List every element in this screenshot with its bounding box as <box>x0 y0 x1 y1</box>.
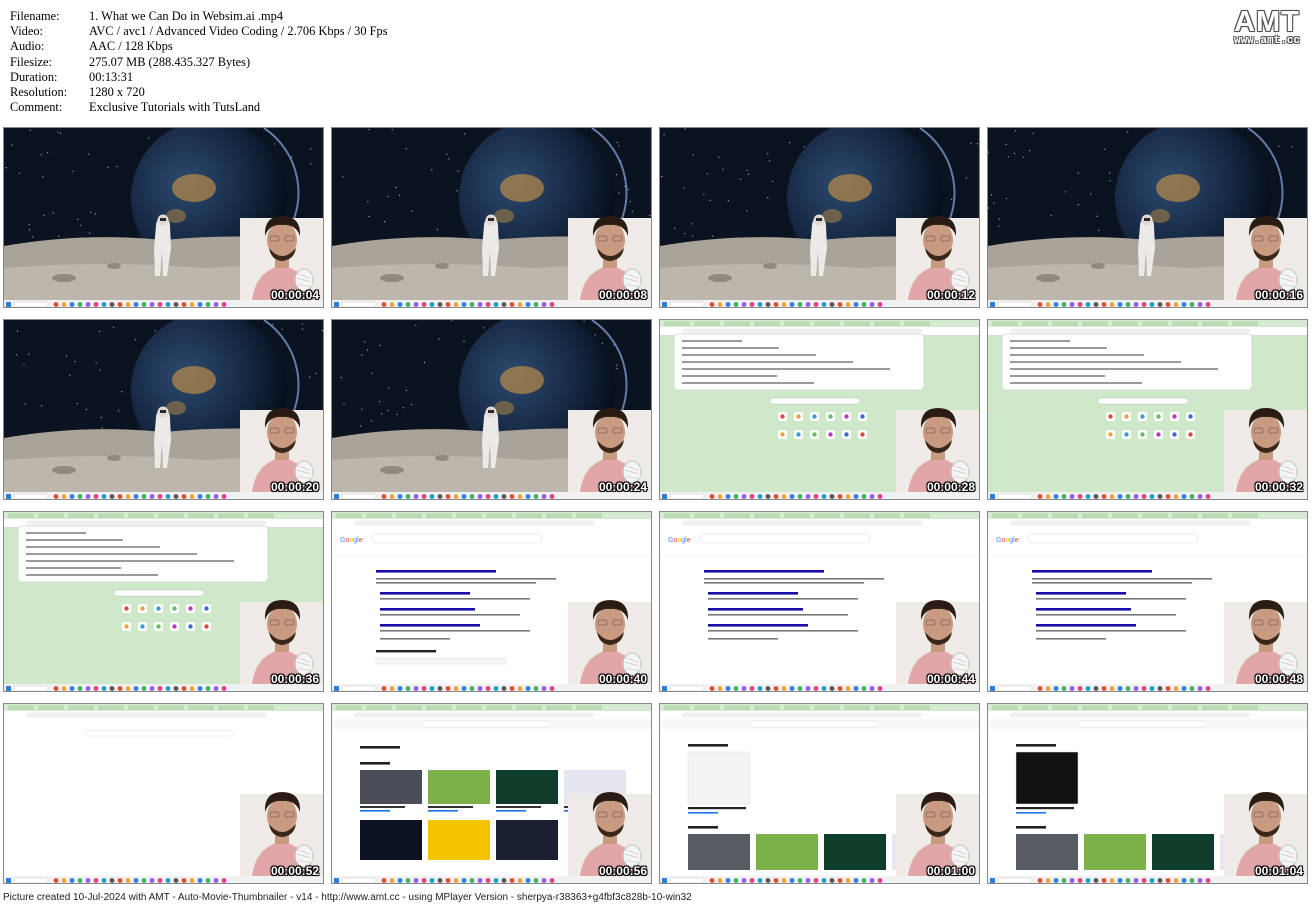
info-value: 275.07 MB (288.435.327 Bytes) <box>89 54 251 69</box>
info-value: 1280 x 720 <box>89 85 145 100</box>
frame-image <box>988 320 1307 499</box>
frame-image: Google <box>332 512 651 691</box>
frame-image <box>4 320 323 499</box>
info-value: 00:13:31 <box>89 69 134 84</box>
footer-text: Picture created 10-Jul-2024 with AMT - A… <box>3 892 692 903</box>
timestamp: 00:01:04 <box>1254 864 1303 878</box>
video-thumbnail: 00:00:36 <box>3 511 324 692</box>
timestamp: 00:00:04 <box>270 288 319 302</box>
timestamp: 00:00:32 <box>1254 480 1303 494</box>
timestamp: 00:00:24 <box>598 480 647 494</box>
info-value: AAC / 128 Kbps <box>89 39 173 54</box>
frame-image: Google <box>988 512 1307 691</box>
frame-image <box>660 704 979 883</box>
timestamp: 00:00:52 <box>270 864 319 878</box>
info-row: Filename: 1. What we Can Do in Websim.ai … <box>10 9 388 24</box>
info-key: Filename: <box>10 9 60 23</box>
video-thumbnail: 00:00:16 <box>987 127 1308 308</box>
amt-logo: AMT www.amt.cc <box>1234 6 1300 47</box>
timestamp: 00:00:48 <box>1254 672 1303 686</box>
video-thumbnail: Google 00:00:44 <box>659 511 980 692</box>
timestamp: 00:00:16 <box>1254 288 1303 302</box>
video-thumbnail: 00:01:04 <box>987 703 1308 884</box>
video-thumbnail: 00:00:08 <box>331 127 652 308</box>
video-thumbnail: 00:00:28 <box>659 319 980 500</box>
info-row: Comment: Exclusive Tutorials with TutsLan… <box>10 100 388 115</box>
timestamp: 00:00:20 <box>270 480 319 494</box>
timestamp: 00:00:44 <box>926 672 975 686</box>
frame-image <box>988 128 1307 307</box>
file-info: Filename: 1. What we Can Do in Websim.ai … <box>10 9 388 115</box>
video-thumbnail: 00:00:04 <box>3 127 324 308</box>
info-key: Duration: <box>10 69 58 84</box>
frame-image <box>988 704 1307 883</box>
info-key: Video: <box>10 24 43 39</box>
svg-text:Google: Google <box>340 537 363 544</box>
frame-image <box>332 128 651 307</box>
video-thumbnail: 00:00:56 <box>331 703 652 884</box>
info-key: Resolution: <box>10 85 68 100</box>
svg-text:Google: Google <box>668 537 691 544</box>
timestamp: 00:00:28 <box>926 480 975 494</box>
info-value: Exclusive Tutorials with TutsLand <box>89 100 261 115</box>
info-row: Video: AVC / avc1 / Advanced Video Coding… <box>10 24 388 39</box>
video-thumbnail: 00:00:24 <box>331 319 652 500</box>
frame-image <box>660 128 979 307</box>
info-value: AVC / avc1 / Advanced Video Coding / 2.7… <box>89 24 388 39</box>
logo-url: www.amt.cc <box>1233 35 1300 47</box>
frame-image <box>4 512 323 691</box>
frame-image <box>4 704 323 883</box>
timestamp: 00:00:36 <box>270 672 319 686</box>
frame-image <box>660 320 979 499</box>
svg-text:Google: Google <box>996 537 1019 544</box>
video-thumbnail: Google 00:00:40 <box>331 511 652 692</box>
timestamp: 00:00:40 <box>598 672 647 686</box>
info-key: Audio: <box>10 39 45 54</box>
info-key: Filesize: <box>10 54 52 69</box>
frame-image <box>332 704 651 883</box>
info-row: Audio: AAC / 128 Kbps <box>10 39 388 54</box>
video-thumbnail: 00:00:32 <box>987 319 1308 500</box>
info-row: Filesize: 275.07 MB (288.435.327 Bytes) <box>10 55 388 70</box>
timestamp: 00:01:00 <box>926 864 975 878</box>
info-key: Comment: <box>10 100 63 115</box>
timestamp: 00:00:56 <box>598 864 647 878</box>
frame-image: Google <box>660 512 979 691</box>
timestamp: 00:00:08 <box>598 288 647 302</box>
info-value: 1. What we Can Do in Websim.ai .mp4 <box>89 9 284 23</box>
info-row: Resolution: 1280 x 720 <box>10 85 388 100</box>
video-thumbnail: 00:00:52 <box>3 703 324 884</box>
frame-image <box>332 320 651 499</box>
info-row: Duration: 00:13:31 <box>10 70 388 85</box>
video-thumbnail: 00:01:00 <box>659 703 980 884</box>
video-thumbnail: 00:00:20 <box>3 319 324 500</box>
frame-image <box>4 128 323 307</box>
video-thumbnail: 00:00:12 <box>659 127 980 308</box>
thumbnail-grid: 00:00:04 00:00:08 00:00:12 00:00:16 00:0… <box>3 127 1313 891</box>
timestamp: 00:00:12 <box>926 288 975 302</box>
video-thumbnail: Google 00:00:48 <box>987 511 1308 692</box>
